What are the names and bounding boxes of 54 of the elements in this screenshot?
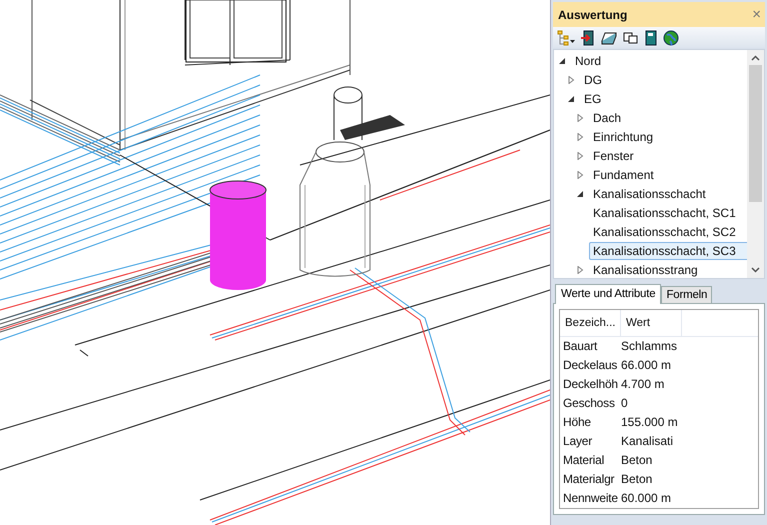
tree-item[interactable]: Fundament — [589, 166, 658, 184]
column-header[interactable]: Bezeich... — [560, 310, 621, 336]
table-cell: 0 — [621, 396, 628, 410]
scrollbar[interactable] — [747, 50, 764, 278]
tree-item[interactable]: Kanalisationsschacht — [589, 184, 710, 203]
table-cell: 60.000 m — [621, 491, 672, 506]
boxes-icon[interactable] — [623, 30, 639, 45]
table-cell: Beton — [621, 472, 652, 486]
exit-icon[interactable] — [581, 30, 595, 46]
table-cell-text: Layer — [562, 434, 594, 448]
table-cell-text: Deckelhöh — [562, 377, 619, 392]
collapse-triangle-icon[interactable] — [567, 94, 575, 103]
expand-triangle-icon[interactable] — [576, 132, 584, 141]
scroll-up-icon[interactable] — [751, 55, 760, 62]
table-cell: Beton — [621, 453, 652, 468]
table-cell-text: Höhe — [562, 415, 592, 430]
table-cell-text: Geschoss — [562, 396, 616, 410]
table-cell: Kanalisati — [621, 434, 674, 448]
panel-title: Auswertung — [558, 8, 628, 22]
collapse-triangle-icon[interactable] — [576, 190, 584, 198]
table-cell-text: Materialgr — [562, 472, 616, 486]
globe-icon[interactable] — [663, 30, 679, 46]
expand-triangle-icon[interactable] — [576, 152, 584, 160]
expand-triangle-icon[interactable] — [567, 76, 575, 84]
expand-triangle-icon[interactable] — [576, 114, 584, 122]
collapse-triangle-icon[interactable] — [558, 56, 566, 65]
table-cell: Schlamms — [621, 339, 678, 354]
tree-item[interactable]: Nord — [571, 52, 606, 70]
tree-item[interactable]: Kanalisationsschacht, SC2 — [589, 222, 740, 241]
column-header[interactable]: Wert — [621, 310, 682, 336]
slab-icon[interactable] — [601, 30, 617, 45]
close-button[interactable]: × — [752, 6, 761, 24]
tree-item[interactable]: Kanalisationsschacht, SC1 — [589, 204, 740, 222]
tree-item[interactable]: EG — [580, 90, 606, 108]
tree-item[interactable]: Fenster — [589, 146, 638, 165]
expand-triangle-icon[interactable] — [576, 170, 584, 179]
table-cell-text: Material — [562, 453, 606, 468]
expand-triangle-icon[interactable] — [576, 266, 584, 274]
tree-item[interactable]: Dach — [589, 108, 626, 127]
tree-item[interactable]: Einrichtung — [589, 128, 658, 146]
table-cell: 4.700 m — [621, 377, 664, 392]
table-cell: 155.000 m — [621, 415, 678, 430]
book-icon[interactable] — [645, 30, 657, 46]
tree-item[interactable]: Kanalisationsstrang — [589, 260, 702, 278]
tab[interactable]: Werte und Attribute — [555, 284, 662, 304]
table-cell-text: Nennweite — [562, 491, 619, 506]
scroll-down-icon[interactable] — [751, 266, 760, 273]
table-cell-text: Deckelaus — [562, 358, 618, 372]
tree-item[interactable]: DG — [580, 70, 606, 89]
tree-item[interactable]: Kanalisationsschacht, SC3 — [589, 242, 747, 260]
table-cell-text: Bauart — [562, 339, 598, 354]
table-cell: 66.000 m — [621, 358, 672, 372]
tree-icon[interactable] — [557, 30, 575, 46]
tab[interactable]: Formeln — [661, 286, 712, 303]
